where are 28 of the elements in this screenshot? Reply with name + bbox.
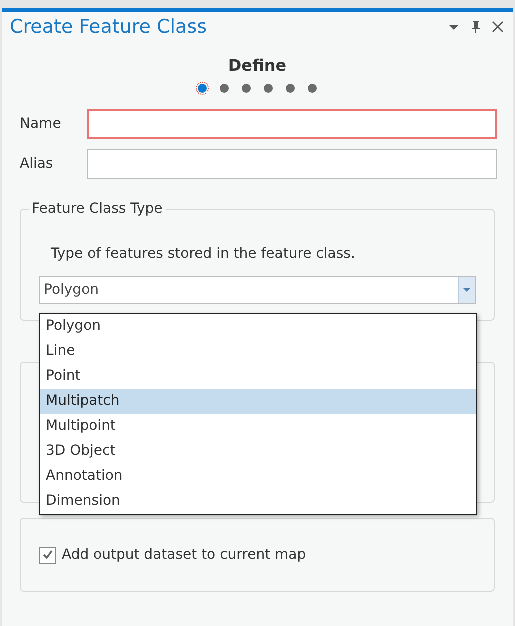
dropdown-option[interactable]: Polygon [40, 314, 476, 339]
checkbox-label[interactable]: Add output dataset to current map [62, 544, 306, 566]
dropdown-option[interactable]: Point [40, 364, 476, 389]
field-label: Name [20, 114, 62, 134]
checkbox[interactable] [39, 546, 56, 564]
step-dot[interactable] [262, 82, 275, 95]
dropdown-option[interactable]: Dimension [40, 489, 476, 514]
dropdown-option[interactable]: Annotation [40, 464, 476, 489]
feature-type-dropdown[interactable]: Polygon [39, 276, 476, 304]
close-icon[interactable] [491, 20, 505, 34]
step-title: Define [227, 55, 288, 77]
dropdown-option[interactable]: 3D Object [40, 439, 476, 464]
pin-icon[interactable] [469, 20, 483, 34]
dropdown-option[interactable]: Multipoint [40, 414, 476, 439]
step-dot[interactable] [306, 82, 319, 95]
dropdown-option[interactable]: Line [40, 339, 476, 364]
pane-title: Create Feature Class [10, 14, 208, 40]
dropdown-option[interactable]: Multipatch [40, 389, 476, 414]
field-label: Alias [20, 154, 54, 174]
step-dot[interactable] [240, 82, 253, 95]
step-dot[interactable] [218, 82, 231, 95]
step-dot[interactable] [196, 82, 209, 95]
input-field[interactable] [87, 149, 497, 179]
input-field[interactable] [87, 109, 497, 139]
checkmark-icon [42, 549, 54, 561]
description-text: Type of features stored in the feature class. [51, 245, 356, 264]
step-dot[interactable] [284, 82, 297, 95]
caret-icon [463, 287, 471, 293]
